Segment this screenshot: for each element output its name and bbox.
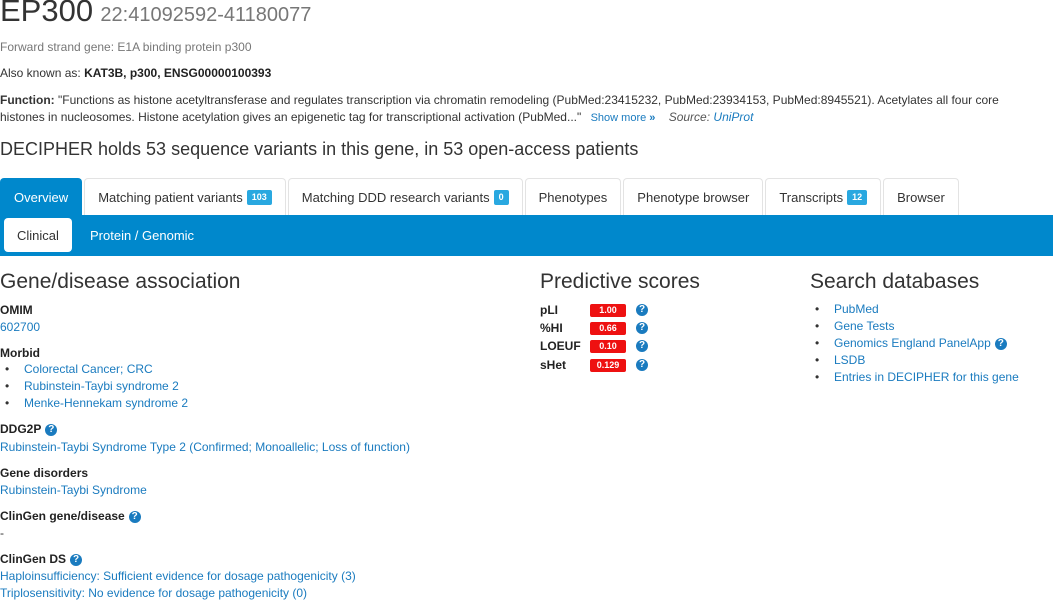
score-value-badge: 1.00 (590, 303, 626, 317)
tab-label: Matching patient variants (98, 189, 243, 205)
function-description: Function: "Functions as histone acetyltr… (0, 92, 1053, 127)
score-name: LOEUF (540, 339, 581, 353)
omim-label: OMIM (0, 303, 33, 317)
score-row-hi: %HI 0.66 ? (540, 319, 648, 337)
main-tabs: Overview Matching patient variants 103 Ma… (0, 178, 961, 215)
help-icon[interactable]: ? (636, 322, 648, 334)
haploinsufficiency-link[interactable]: Haploinsufficiency: Sufficient evidence … (0, 569, 356, 583)
tab-label: Overview (14, 189, 69, 205)
aka-label: Also known as: (0, 66, 81, 80)
triplosensitivity-link[interactable]: Triplosensitivity: No evidence for dosag… (0, 586, 307, 600)
tab-browser[interactable]: Browser (883, 178, 959, 215)
help-icon[interactable]: ? (70, 553, 83, 566)
source-label: Source: (668, 110, 711, 124)
help-icon[interactable]: ? (636, 359, 648, 371)
score-name: pLI (540, 303, 558, 317)
tab-overview[interactable]: Overview (0, 178, 83, 215)
morbid-link[interactable]: Rubinstein-Taybi syndrome 2 (24, 379, 179, 393)
gene-title: EP300 22:41092592-41180077 (0, 0, 311, 29)
show-more-label: Show more (590, 112, 647, 124)
ddg2p-label-text: DDG2P (0, 422, 42, 436)
subtab-clinical[interactable]: Clinical (4, 218, 72, 252)
double-chevron-right-icon: » (649, 112, 656, 124)
clingen-ds-label: ClinGen DS? (0, 552, 83, 566)
score-value-badge: 0.129 (590, 358, 626, 372)
subtab-label: Protein / Genomic (90, 227, 195, 243)
tab-matching-patient-variants[interactable]: Matching patient variants 103 (84, 178, 286, 215)
count-badge: 103 (246, 189, 272, 205)
sub-tab-bar: Clinical Protein / Genomic (0, 215, 1053, 256)
tab-phenotypes[interactable]: Phenotypes (524, 178, 622, 215)
morbid-link[interactable]: Menke-Hennekam syndrome 2 (24, 396, 188, 410)
decipher-entries-link[interactable]: Entries in DECIPHER for this gene (834, 370, 1019, 384)
strand-description: Forward strand gene: E1A binding protein… (0, 40, 252, 54)
search-database-list: PubMed Gene Tests Genomics England Panel… (810, 301, 1019, 386)
list-item: Genomics England PanelApp? (810, 335, 1019, 352)
count-badge: 12 (847, 189, 868, 205)
gene-disease-heading: Gene/disease association (0, 270, 241, 293)
aka-value: KAT3B, p300, ENSG00000100393 (84, 66, 272, 80)
subtab-protein-genomic[interactable]: Protein / Genomic (77, 218, 207, 252)
function-text-2: histones in nucleosomes. Histone acetyla… (0, 110, 582, 124)
list-item: Menke-Hennekam syndrome 2 (0, 395, 188, 412)
clingen-ds-label-text: ClinGen DS (0, 552, 67, 566)
lsdb-link[interactable]: LSDB (834, 353, 865, 367)
source: Source: UniProt (669, 110, 754, 124)
predictive-scores-heading: Predictive scores (540, 270, 700, 293)
variant-summary: DECIPHER holds 53 sequence variants in t… (0, 139, 639, 159)
list-item: Rubinstein-Taybi syndrome 2 (0, 378, 188, 395)
omim-link[interactable]: 602700 (0, 320, 40, 334)
also-known-as: Also known as: KAT3B, p300, ENSG00000100… (0, 66, 271, 80)
help-icon[interactable]: ? (636, 340, 648, 352)
tab-label: Transcripts (779, 189, 844, 205)
help-icon[interactable]: ? (128, 510, 141, 523)
search-databases-heading: Search databases (810, 270, 980, 293)
function-text-1: "Functions as histone acetyltransferase … (58, 93, 999, 107)
morbid-list: Colorectal Cancer; CRC Rubinstein-Taybi … (0, 361, 188, 412)
gene-symbol: EP300 (0, 0, 94, 28)
subtab-label: Clinical (17, 227, 59, 243)
score-name: %HI (540, 321, 563, 335)
list-item: Entries in DECIPHER for this gene (810, 369, 1019, 386)
ddg2p-link[interactable]: Rubinstein-Taybi Syndrome Type 2 (Confir… (0, 440, 410, 454)
tab-label: Phenotypes (538, 189, 608, 205)
score-row-loeuf: LOEUF 0.10 ? (540, 337, 648, 355)
gene-coordinates: 22:41092592-41180077 (100, 4, 312, 26)
help-icon[interactable]: ? (636, 304, 648, 316)
morbid-label: Morbid (0, 346, 40, 360)
gene-tests-link[interactable]: Gene Tests (834, 319, 894, 333)
score-row-shet: sHet 0.129 ? (540, 356, 648, 374)
panelapp-link[interactable]: Genomics England PanelApp (834, 336, 991, 350)
tab-label: Matching DDD research variants (301, 189, 490, 205)
score-value-badge: 0.10 (590, 339, 626, 353)
list-item: Gene Tests (810, 318, 1019, 335)
clingen-gene-disease-value: - (0, 526, 4, 540)
help-icon[interactable]: ? (45, 423, 58, 436)
gene-disorders-label: Gene disorders (0, 466, 89, 480)
clingen-gd-label-text: ClinGen gene/disease (0, 509, 125, 523)
ddg2p-label: DDG2P? (0, 422, 58, 436)
list-item: LSDB (810, 352, 1019, 369)
score-value-badge: 0.66 (590, 321, 626, 335)
pubmed-link[interactable]: PubMed (834, 302, 879, 316)
list-item: Colorectal Cancer; CRC (0, 361, 188, 378)
help-icon[interactable]: ? (994, 337, 1007, 350)
tab-label: Browser (897, 189, 945, 205)
uniprot-link[interactable]: UniProt (713, 110, 753, 124)
score-row-pli: pLI 1.00 ? (540, 301, 648, 319)
morbid-link[interactable]: Colorectal Cancer; CRC (24, 362, 153, 376)
tab-label: Phenotype browser (637, 189, 750, 205)
count-badge: 0 (493, 189, 509, 205)
list-item: PubMed (810, 301, 1019, 318)
tab-transcripts[interactable]: Transcripts 12 (765, 178, 882, 215)
tab-matching-ddd-research-variants[interactable]: Matching DDD research variants 0 (287, 178, 523, 215)
score-name: sHet (540, 358, 567, 372)
gene-disorders-link[interactable]: Rubinstein-Taybi Syndrome (0, 483, 147, 497)
show-more-link[interactable]: Show more» (591, 112, 656, 124)
tab-phenotype-browser[interactable]: Phenotype browser (623, 178, 764, 215)
function-label: Function: (0, 93, 55, 107)
clingen-gene-disease-label: ClinGen gene/disease? (0, 509, 141, 523)
